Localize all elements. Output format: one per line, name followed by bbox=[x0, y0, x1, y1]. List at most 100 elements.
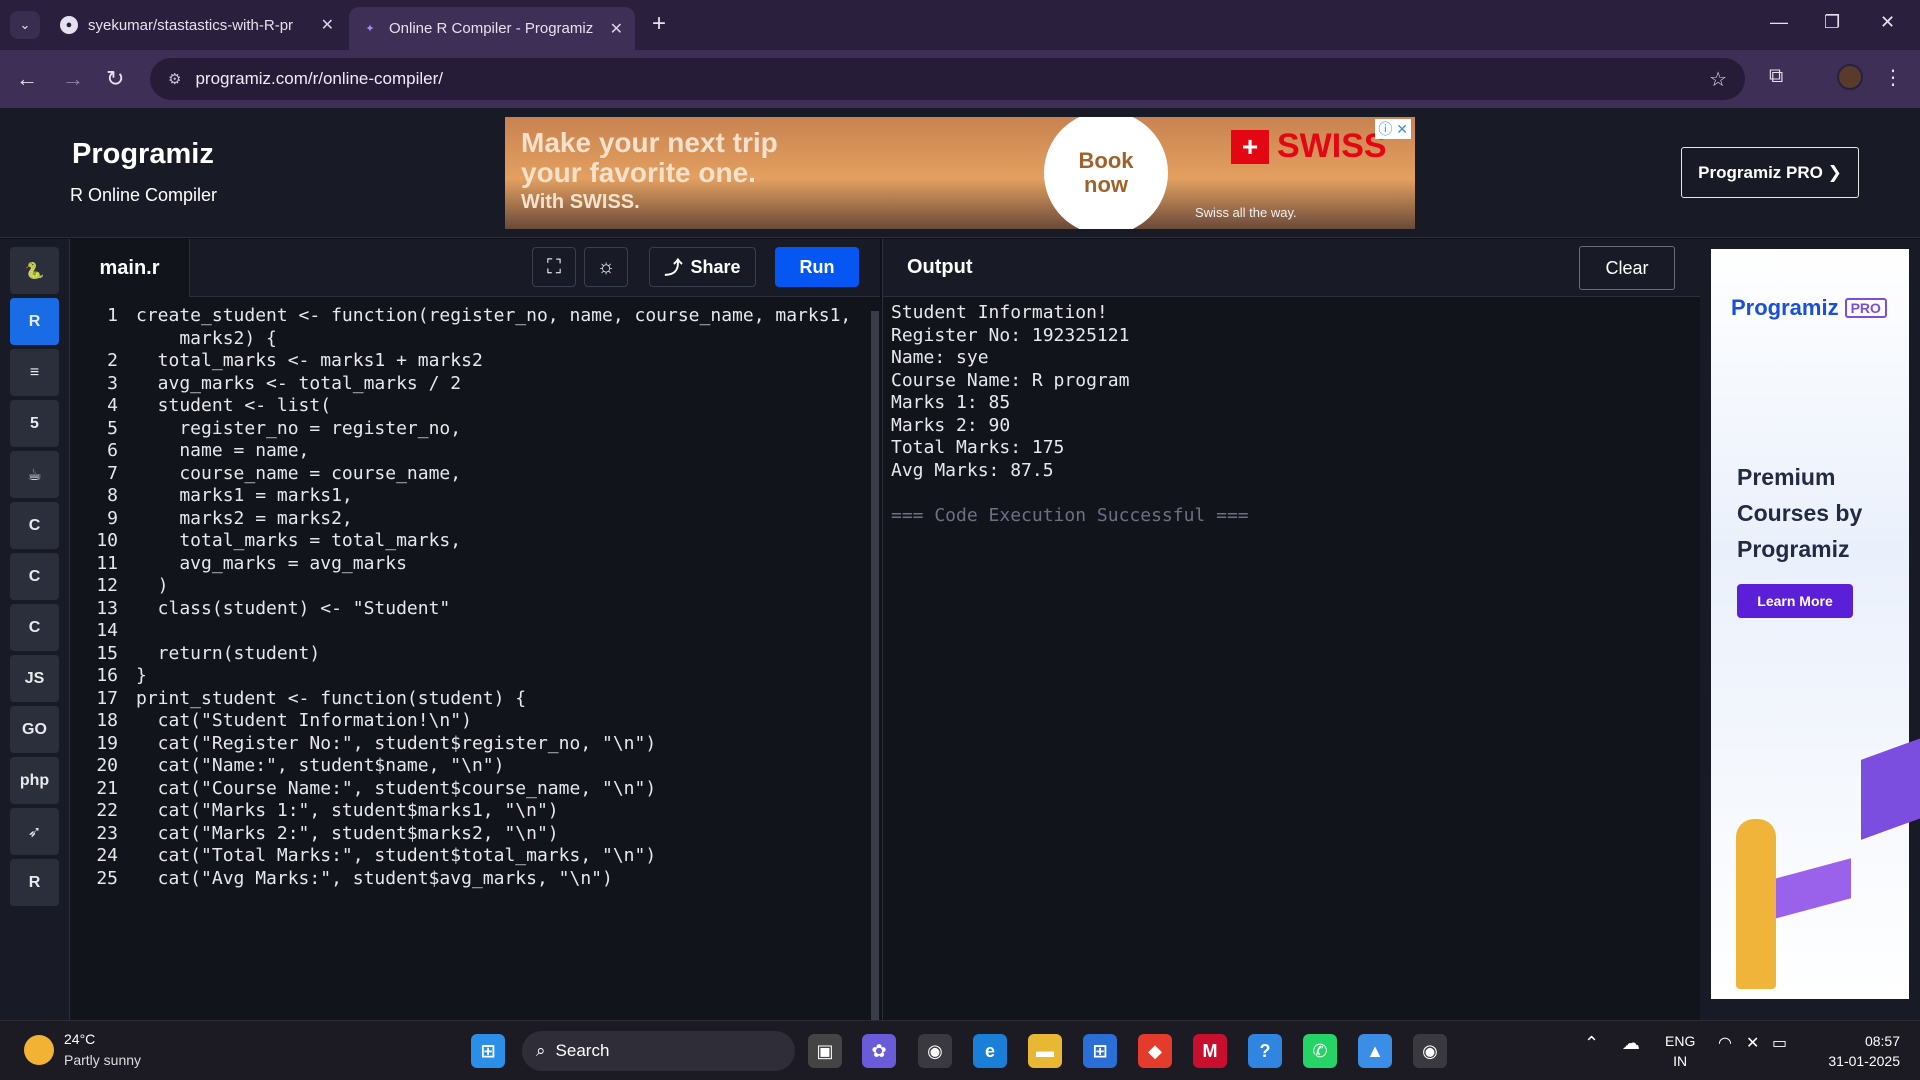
file-explorer-icon[interactable]: ▬ bbox=[1028, 1034, 1062, 1068]
chrome-icon[interactable]: ◉ bbox=[918, 1034, 952, 1068]
code-line[interactable]: 13 class(student) <- "Student" bbox=[70, 598, 870, 619]
code-line[interactable]: 20 cat("Name:", student$name, "\n") bbox=[70, 755, 870, 776]
taskbar-search[interactable]: ⌕ Search bbox=[522, 1031, 795, 1071]
code-line[interactable]: 16} bbox=[70, 665, 870, 686]
swiss-ad-banner[interactable]: Make your next trip your favorite one. W… bbox=[505, 117, 1415, 229]
code-line[interactable]: 12 ) bbox=[70, 575, 870, 596]
reload-icon[interactable]: ↻ bbox=[106, 66, 124, 92]
code-line[interactable]: 25 cat("Avg Marks:", student$avg_marks, … bbox=[70, 868, 870, 889]
code-line[interactable]: 7 course_name = course_name, bbox=[70, 463, 870, 484]
csharp-icon[interactable]: C bbox=[10, 604, 59, 651]
theme-toggle-icon[interactable]: ☼ bbox=[584, 247, 628, 287]
tab-search-dropdown[interactable]: ⌄ bbox=[10, 11, 40, 39]
code-line[interactable]: 24 cat("Total Marks:", student$total_mar… bbox=[70, 845, 870, 866]
html-icon[interactable]: 5 bbox=[10, 400, 59, 447]
mcafee-icon[interactable]: M bbox=[1193, 1034, 1227, 1068]
code-line[interactable]: 5 register_no = register_no, bbox=[70, 418, 870, 439]
learn-more-button[interactable]: Learn More bbox=[1737, 584, 1853, 618]
menu-icon[interactable]: ⋮ bbox=[1883, 65, 1903, 90]
microsoft-store-icon[interactable]: ⊞ bbox=[1083, 1034, 1117, 1068]
programiz-pro-ad[interactable]: Programiz PRO Premium Courses by Program… bbox=[1711, 249, 1920, 999]
java-icon[interactable]: ☕ bbox=[10, 451, 59, 498]
app-diamond-icon[interactable]: ◆ bbox=[1138, 1034, 1172, 1068]
new-tab-button[interactable]: + bbox=[652, 10, 666, 38]
code-line[interactable]: 3 avg_marks <- total_marks / 2 bbox=[70, 373, 870, 394]
code-text: create_student <- function(register_no, … bbox=[136, 305, 852, 326]
wifi-icon[interactable]: ◠ bbox=[1718, 1033, 1732, 1053]
system-clock[interactable]: 08:57 31-01-2025 bbox=[1808, 1031, 1900, 1071]
code-line[interactable]: 8 marks1 = marks1, bbox=[70, 485, 870, 506]
minimize-icon[interactable]: — bbox=[1770, 12, 1788, 33]
c-icon[interactable]: C bbox=[10, 502, 59, 549]
extensions-icon[interactable]: ⧉ bbox=[1769, 65, 1783, 88]
code-line[interactable]: 19 cat("Register No:", student$register_… bbox=[70, 733, 870, 754]
programiz-pro-button[interactable]: Programiz PRO ❯ bbox=[1681, 147, 1859, 198]
back-icon[interactable]: ← bbox=[16, 66, 38, 92]
line-number: 13 bbox=[96, 597, 118, 619]
swift-icon[interactable]: ➶ bbox=[10, 808, 59, 855]
site-info-icon[interactable]: ⚙ bbox=[168, 70, 181, 88]
share-icon: ⤴ bbox=[664, 258, 683, 278]
fullscreen-icon[interactable]: ⛶ bbox=[532, 247, 576, 287]
close-tab-icon[interactable]: ✕ bbox=[321, 15, 334, 35]
whatsapp-icon[interactable]: ✆ bbox=[1303, 1034, 1337, 1068]
code-line[interactable]: 10 total_marks = total_marks, bbox=[70, 530, 870, 551]
battery-icon[interactable]: ▭ bbox=[1772, 1033, 1787, 1053]
r-icon[interactable]: R bbox=[10, 298, 59, 345]
php-icon[interactable]: php bbox=[10, 757, 59, 804]
restore-icon[interactable]: ❐ bbox=[1824, 12, 1840, 33]
js-icon[interactable]: JS bbox=[10, 655, 59, 702]
output-line: Marks 2: 90 bbox=[891, 414, 1011, 436]
go-icon[interactable]: GO bbox=[10, 706, 59, 753]
python-icon[interactable]: 🐍 bbox=[10, 247, 59, 294]
share-button[interactable]: ⤴ Share bbox=[649, 247, 756, 287]
code-line[interactable]: 11 avg_marks = avg_marks bbox=[70, 553, 870, 574]
code-line[interactable]: 21 cat("Course Name:", student$course_na… bbox=[70, 778, 870, 799]
close-tab-icon[interactable]: ✕ bbox=[610, 19, 623, 39]
code-line[interactable]: 9 marks2 = marks2, bbox=[70, 508, 870, 529]
run-button[interactable]: Run bbox=[775, 247, 859, 287]
address-bar[interactable]: ⚙ programiz.com/r/online-compiler/ ☆ bbox=[150, 58, 1745, 100]
photos-icon[interactable]: ▲ bbox=[1358, 1034, 1392, 1068]
code-line[interactable]: 2 total_marks <- marks1 + marks2 bbox=[70, 350, 870, 371]
bookmark-star-icon[interactable]: ☆ bbox=[1709, 67, 1727, 92]
task-view-icon[interactable]: ▣ bbox=[808, 1034, 842, 1068]
edge-icon[interactable]: e bbox=[973, 1034, 1007, 1068]
code-text: cat("Register No:", student$register_no,… bbox=[136, 732, 657, 754]
sql-icon[interactable]: ≡ bbox=[10, 349, 59, 396]
browser-tab-github[interactable]: ● syekumar/stastastics-with-R-pr ✕ bbox=[48, 7, 346, 43]
onedrive-icon[interactable]: ☁ bbox=[1622, 1033, 1640, 1054]
code-line[interactable]: 22 cat("Marks 1:", student$marks1, "\n") bbox=[70, 800, 870, 821]
copilot-icon[interactable]: ✿ bbox=[862, 1034, 896, 1068]
chrome-profile-icon[interactable]: ◉ bbox=[1413, 1034, 1447, 1068]
code-editor[interactable]: 1 create_student <- function(register_no,… bbox=[70, 297, 880, 1020]
close-window-icon[interactable]: ✕ bbox=[1880, 12, 1895, 33]
language-indicator[interactable]: ENG IN bbox=[1665, 1031, 1695, 1071]
code-line[interactable]: 23 cat("Marks 2:", student$marks2, "\n") bbox=[70, 823, 870, 844]
code-line[interactable]: marks2) { bbox=[70, 328, 870, 349]
file-tab-main[interactable]: main.r bbox=[70, 239, 190, 297]
code-line[interactable]: 15 return(student) bbox=[70, 643, 870, 664]
code-line[interactable]: 1 create_student <- function(register_no,… bbox=[70, 305, 870, 326]
browser-tab-programiz[interactable]: ✦ Online R Compiler - Programiz ✕ bbox=[349, 7, 635, 50]
code-line[interactable]: 4 student <- list( bbox=[70, 395, 870, 416]
help-icon[interactable]: ? bbox=[1248, 1034, 1282, 1068]
windows-start-icon[interactable]: ⊞ bbox=[471, 1034, 505, 1068]
ad-close-icon[interactable]: ⓘ ✕ bbox=[1375, 119, 1411, 139]
volume-muted-icon[interactable]: ✕ bbox=[1746, 1033, 1759, 1053]
line-number: 2 bbox=[107, 350, 118, 371]
forward-icon[interactable]: → bbox=[62, 66, 84, 92]
programiz-logo[interactable]: Programiz bbox=[72, 138, 214, 171]
weather-sun-icon[interactable] bbox=[24, 1035, 54, 1065]
ad-book-now-button[interactable]: Book now bbox=[1044, 117, 1168, 229]
code-line[interactable]: 18 cat("Student Information!\n") bbox=[70, 710, 870, 731]
code-line[interactable]: 6 name = name, bbox=[70, 440, 870, 461]
cpp-icon[interactable]: C bbox=[10, 553, 59, 600]
rust-icon[interactable]: R bbox=[10, 859, 59, 906]
code-line[interactable]: 14 bbox=[70, 620, 870, 641]
tray-chevron-icon[interactable]: ⌃ bbox=[1584, 1033, 1599, 1054]
clear-button[interactable]: Clear bbox=[1579, 246, 1675, 290]
editor-scrollbar[interactable] bbox=[871, 311, 879, 1020]
profile-avatar[interactable] bbox=[1837, 64, 1863, 90]
code-line[interactable]: 17 print_student <- function(student) { bbox=[70, 688, 870, 709]
